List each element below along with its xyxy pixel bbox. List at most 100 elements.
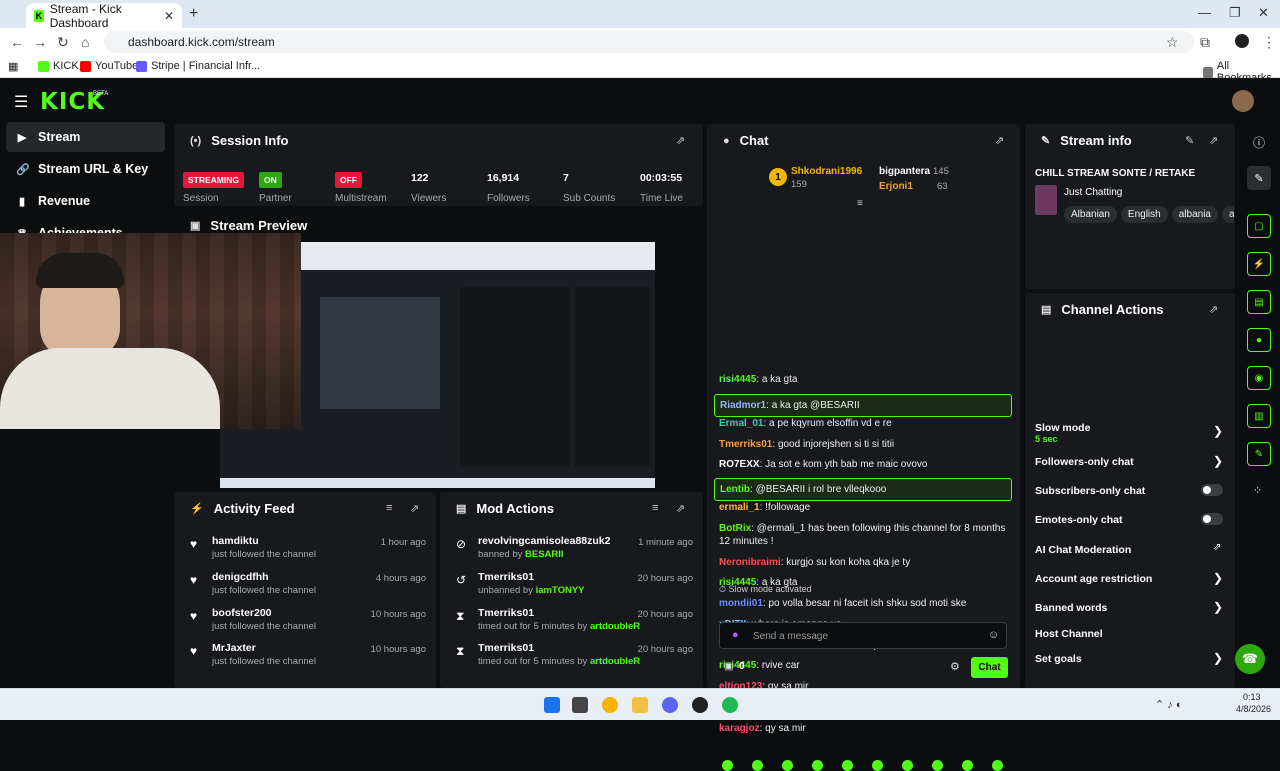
user-avatar[interactable] <box>1232 90 1254 112</box>
chat-message[interactable]: Ermal_01: a pe kqyrum elsoffin vd e re <box>714 415 1012 432</box>
chevron-right-icon[interactable]: ❯ <box>1213 424 1223 438</box>
emote-icon[interactable] <box>842 760 853 771</box>
reload-icon[interactable]: ↻ <box>57 34 69 51</box>
banned-words-setting[interactable]: Banned words <box>1035 602 1107 614</box>
leader-name[interactable]: Shkodrani1996 <box>791 166 862 177</box>
chat-username[interactable]: ermali_1 <box>719 502 760 513</box>
new-tab-icon[interactable]: + <box>189 5 198 23</box>
rail-document-icon[interactable]: ▤ <box>1247 290 1271 314</box>
close-window-icon[interactable]: ✕ <box>1258 5 1269 21</box>
sidebar-item-revenue[interactable]: ▮ Revenue <box>6 186 165 216</box>
filter-icon[interactable]: ≡ <box>652 502 658 514</box>
rail-channel-icon[interactable]: ▥ <box>1247 404 1271 428</box>
chat-username[interactable]: risi4445 <box>719 374 756 385</box>
rail-session-icon[interactable]: ▢ <box>1247 214 1271 238</box>
host-channel-setting[interactable]: Host Channel <box>1035 628 1103 640</box>
back-icon[interactable]: ← <box>10 34 24 50</box>
obs-icon[interactable] <box>692 697 708 713</box>
bookmark-kick[interactable]: KICK <box>38 60 79 72</box>
chat-username[interactable]: Ermal_01 <box>719 418 763 429</box>
emote-icon[interactable] <box>812 760 823 771</box>
chat-message[interactable]: risi4445: a ka gta <box>714 371 1012 388</box>
url-bar[interactable]: dashboard.kick.com/stream <box>104 31 1194 53</box>
spotify-icon[interactable] <box>722 697 738 713</box>
discord-icon[interactable] <box>662 697 678 713</box>
slow-mode-setting[interactable]: Slow mode <box>1035 422 1090 434</box>
popout-icon[interactable]: ⇗ <box>1209 303 1218 316</box>
chat-username[interactable]: karagjoz <box>719 723 760 734</box>
chat-message[interactable]: Lentib: @BESARII i rol bre vlleqkooo <box>714 478 1012 501</box>
emote-icon[interactable] <box>932 760 943 771</box>
chevron-right-icon[interactable]: ❯ <box>1213 600 1223 614</box>
browser-tab[interactable]: K Stream - Kick Dashboard ✕ <box>26 2 182 30</box>
emotes-only-setting[interactable]: Emotes-only chat <box>1035 514 1123 526</box>
emote-icon[interactable] <box>782 760 793 771</box>
subscribers-only-setting[interactable]: Subscribers-only chat <box>1035 485 1145 497</box>
sidebar-item-stream-url[interactable]: 🔗 Stream URL & Key <box>6 154 165 184</box>
bookmark-star-icon[interactable]: ☆ <box>1166 34 1179 51</box>
bookmark-stripe[interactable]: Stripe | Financial Infr... <box>136 60 260 72</box>
chrome-icon[interactable] <box>602 697 618 713</box>
help-chat-icon[interactable]: ☎ <box>1235 644 1265 674</box>
chat-input[interactable]: ● Send a message ☺ <box>719 622 1007 649</box>
minimize-icon[interactable]: — <box>1198 5 1211 20</box>
popout-icon[interactable]: ⇗ <box>410 502 419 515</box>
forward-icon[interactable]: → <box>33 34 47 50</box>
chat-username[interactable]: BotRix <box>719 523 751 534</box>
home-icon[interactable]: ⌂ <box>81 34 89 50</box>
edit-layout-icon[interactable]: ✎ <box>1247 166 1271 190</box>
apps-icon[interactable]: ▦ <box>8 60 18 73</box>
microphone-icon[interactable]: ● <box>732 629 739 641</box>
start-icon[interactable] <box>544 697 560 713</box>
chat-username[interactable]: RO7EXX <box>719 459 760 470</box>
emote-icon[interactable] <box>992 760 1003 771</box>
leader-name[interactable]: Erjoni1 <box>879 181 913 192</box>
edit-icon[interactable]: ✎ <box>1185 134 1194 147</box>
apps-icon[interactable]: ⁘ <box>1253 484 1262 497</box>
gift-icon[interactable]: ▣ <box>724 661 733 672</box>
emote-icon[interactable] <box>962 760 973 771</box>
chat-message[interactable]: Riadmor1: a ka gta @BESARII <box>714 394 1012 417</box>
chevron-down-icon[interactable]: ≡ <box>857 198 863 209</box>
leader-name[interactable]: bigpantera <box>879 166 930 177</box>
chevron-right-icon[interactable]: ❯ <box>1213 651 1223 665</box>
chat-message[interactable]: ermali_1: !followage <box>714 499 1012 516</box>
chat-username[interactable]: Riadmor1 <box>720 400 766 411</box>
info-icon[interactable]: ⓘ <box>1253 134 1265 151</box>
chat-username[interactable]: mondii01 <box>719 598 763 609</box>
task-view-icon[interactable] <box>572 697 588 713</box>
emoji-icon[interactable]: ☺ <box>988 629 999 641</box>
bookmark-youtube[interactable]: YouTube <box>80 60 138 72</box>
filter-icon[interactable]: ≡ <box>386 502 392 514</box>
emote-icon[interactable] <box>902 760 913 771</box>
rail-broadcast-icon[interactable]: ◉ <box>1247 366 1271 390</box>
emote-icon[interactable] <box>872 760 883 771</box>
chat-message[interactable]: mondii01: po volla besar ni faceit ish s… <box>714 595 1012 612</box>
popout-icon[interactable]: ⇗ <box>676 134 685 147</box>
chat-message[interactable]: karagjoz: qy sa mir <box>714 720 1012 737</box>
chat-message[interactable]: Tmerriks01: good injorejshen si ti si ti… <box>714 436 1012 453</box>
maximize-icon[interactable]: ❐ <box>1229 5 1241 21</box>
chat-message[interactable]: RO7EXX: Ja sot e kom yth bab me maic ovo… <box>714 456 1012 473</box>
chat-settings-icon[interactable]: ⚙ <box>950 660 960 673</box>
tray-icons[interactable]: ⌃ ♪ ◐ <box>1155 698 1182 711</box>
followers-only-setting[interactable]: Followers-only chat <box>1035 456 1134 468</box>
external-link-icon[interactable]: ⇗ <box>1213 542 1221 553</box>
chat-send-button[interactable]: Chat <box>971 657 1008 678</box>
extensions-icon[interactable]: ⧉ <box>1200 34 1210 51</box>
rail-lightning-icon[interactable]: ⚡ <box>1247 252 1271 276</box>
sidebar-item-stream[interactable]: ▶ Stream <box>6 122 165 152</box>
popout-icon[interactable]: ⇗ <box>676 502 685 515</box>
chat-message[interactable]: Neronibraimi: kurgjo su kon koha qka je … <box>714 554 1012 571</box>
chat-username[interactable]: Neronibraimi <box>719 557 781 568</box>
menu-icon[interactable]: ⋮ <box>1262 34 1276 51</box>
chat-message[interactable]: BotRix: @ermali_1 has been following thi… <box>714 520 1012 550</box>
popout-icon[interactable]: ⇗ <box>995 134 1004 147</box>
emotes-only-toggle[interactable] <box>1201 513 1223 525</box>
hamburger-menu-icon[interactable]: ☰ <box>14 92 28 112</box>
file-explorer-icon[interactable] <box>632 697 648 713</box>
ai-moderation-setting[interactable]: AI Chat Moderation <box>1035 544 1131 556</box>
chevron-right-icon[interactable]: ❯ <box>1213 571 1223 585</box>
subscribers-only-toggle[interactable] <box>1201 484 1223 496</box>
set-goals-setting[interactable]: Set goals <box>1035 653 1082 665</box>
